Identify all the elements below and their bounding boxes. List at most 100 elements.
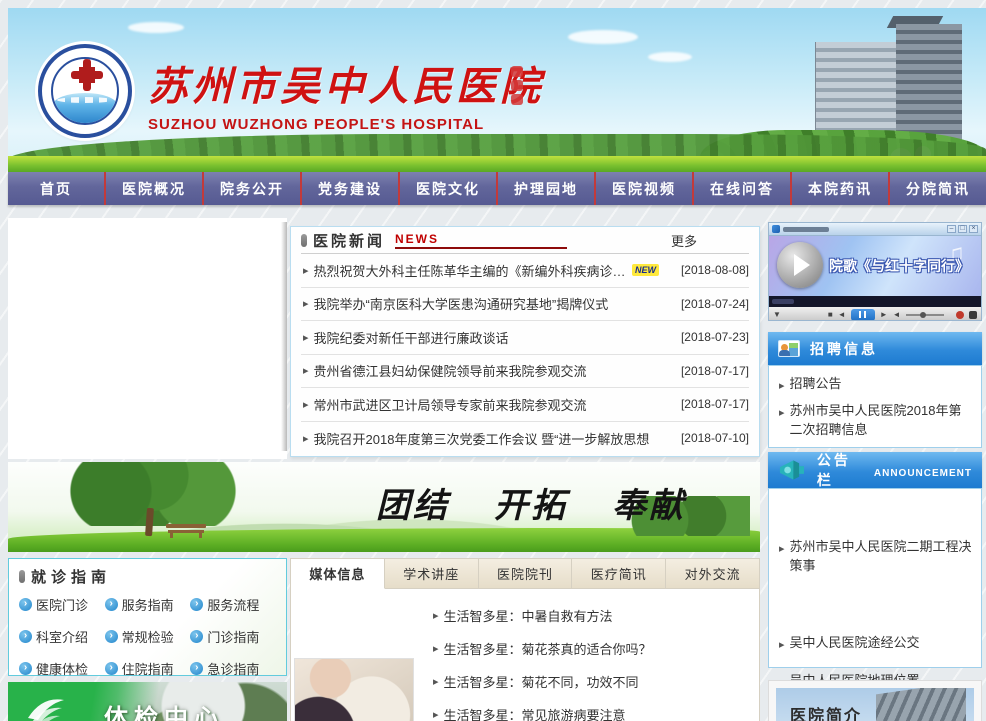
hospital-logo <box>38 44 132 138</box>
site-title-block: 苏州市吴中人民医院 SUZHOU WUZHONG PEOPLE'S HOSPIT… <box>148 54 544 133</box>
announcement-link[interactable]: 吴中人民医院途经公交 <box>790 633 920 655</box>
media-link[interactable]: 生活智多星：中暑自救有方法 <box>444 606 613 625</box>
pause-button[interactable] <box>851 309 875 321</box>
announcement-item: ▸ 吴中人民医院途经公交 <box>777 633 973 655</box>
tab-hospital-journal[interactable]: 医院院刊 <box>479 559 573 589</box>
hospital-homepage: 苏州市吴中人民医院 SUZHOU WUZHONG PEOPLE'S HOSPIT… <box>0 0 986 721</box>
media-link[interactable]: 生活智多星：常见旅游病要注意 <box>444 705 626 721</box>
calligraphy-seal <box>511 66 525 106</box>
exam-center-banner[interactable]: 体检中心 <box>8 682 287 721</box>
announcement-item: ▸ 苏州市吴中人民医院二期工程决策事 <box>777 537 973 575</box>
nav-item-online-qa[interactable]: 在线问答 <box>692 172 790 205</box>
arrow-icon: ▸ <box>303 432 309 445</box>
previous-icon[interactable]: ◄ <box>838 310 846 319</box>
slogan-word: 开拓 <box>494 478 568 527</box>
record-icon[interactable] <box>956 311 964 319</box>
news-date: [2018-07-17] <box>665 364 749 378</box>
nav-item-branch-news[interactable]: 分院简讯 <box>888 172 986 205</box>
nav-item-videos[interactable]: 医院视频 <box>594 172 692 205</box>
announcement-box: ▸ 苏州市吴中人民医院二期工程决策事 ▸ 吴中人民医院途经公交 ▸ 吴中人民医院… <box>768 488 982 668</box>
tab-row: 媒体信息 学术讲座 医院院刊 医疗简讯 对外交流 <box>291 559 759 589</box>
nav-item-nursing[interactable]: 护理园地 <box>496 172 594 205</box>
hospital-name-en: SUZHOU WUZHONG PEOPLE'S HOSPITAL <box>148 116 544 133</box>
news-link[interactable]: 常州市武进区卫计局领导专家前来我院参观交流 <box>314 395 665 414</box>
circle-arrow-icon: › <box>190 630 203 643</box>
guide-item-service-flow[interactable]: ›服务流程 <box>190 595 276 614</box>
intro-title: 医院简介 <box>790 702 862 721</box>
volume-icon[interactable]: ◄ <box>893 310 901 319</box>
nav-item-overview[interactable]: 医院概况 <box>104 172 202 205</box>
announcement-link[interactable]: 苏州市吴中人民医院二期工程决策事 <box>790 537 973 575</box>
guide-item-health-exam[interactable]: ›健康体检 <box>19 659 105 678</box>
news-link[interactable]: 我院召开2018年度第三次党委工作会议 暨“进一步解放思想 <box>314 429 665 448</box>
guide-item-outpatient-guide[interactable]: ›门诊指南 <box>190 627 276 646</box>
player-controls: ▼ ■ ◄ ► ◄ <box>769 307 981 321</box>
volume-slider[interactable] <box>906 314 944 316</box>
recruitment-link[interactable]: 招聘公告 <box>790 374 842 396</box>
tab-medical-briefs[interactable]: 医疗简讯 <box>572 559 666 589</box>
recruitment-link[interactable]: 苏州市吴中人民医院2018年第二次招聘信息 <box>790 401 973 439</box>
playlist-dropdown-icon[interactable]: ▼ <box>773 310 781 319</box>
recruitment-item: ▸ 招聘公告 <box>777 374 973 396</box>
circle-arrow-icon: › <box>105 598 118 611</box>
minimize-icon[interactable]: – <box>947 225 956 233</box>
tab-external-exchange[interactable]: 对外交流 <box>666 559 759 589</box>
bench-decoration <box>166 524 206 538</box>
cloud-decoration <box>648 52 692 62</box>
player-title-text <box>783 227 829 232</box>
tab-media-info[interactable]: 媒体信息 <box>291 559 385 589</box>
news-link[interactable]: 我院纪委对新任干部进行廉政谈话 <box>314 328 665 347</box>
tab-academic-lectures[interactable]: 学术讲座 <box>385 559 479 589</box>
nav-item-party-building[interactable]: 党务建设 <box>300 172 398 205</box>
media-article-photo <box>294 658 414 721</box>
nav-item-public-affairs[interactable]: 院务公开 <box>202 172 300 205</box>
stop-icon[interactable]: ■ <box>828 310 833 319</box>
recruitment-header: 招聘信息 <box>768 332 982 365</box>
media-item: ▸ 生活智多星：菊花不同，功效不同 <box>431 665 749 698</box>
close-icon[interactable]: × <box>969 225 978 233</box>
guide-item-outpatient[interactable]: ›医院门诊 <box>19 595 105 614</box>
arrow-icon: ▸ <box>433 609 439 622</box>
nav-item-pharmacy-news[interactable]: 本院药讯 <box>790 172 888 205</box>
announcement-header: 公告栏 ANNOUNCEMENT <box>768 452 982 488</box>
circle-arrow-icon: › <box>105 630 118 643</box>
guide-item-inpatient-guide[interactable]: ›住院指南 <box>105 659 191 678</box>
nav-item-culture[interactable]: 医院文化 <box>398 172 496 205</box>
guide-item-emergency-guide[interactable]: ›急诊指南 <box>190 659 276 678</box>
hospital-slogan: 团结 开拓 奉献 <box>376 478 686 527</box>
news-date: [2018-07-24] <box>665 297 749 311</box>
site-header: 苏州市吴中人民医院 SUZHOU WUZHONG PEOPLE'S HOSPIT… <box>8 8 986 172</box>
guide-title: 就诊指南 <box>31 566 111 587</box>
next-icon[interactable]: ► <box>880 310 888 319</box>
news-row: ▸ 常州市武进区卫计局领导专家前来我院参观交流 [2018-07-17] <box>301 388 749 422</box>
maximize-icon[interactable]: □ <box>958 225 967 233</box>
news-row: ▸ 热烈祝贺大外科主任陈革华主编的《新编外科疾病诊断与治 NEW [2018-0… <box>301 254 749 288</box>
guide-item-service-guide[interactable]: ›服务指南 <box>105 595 191 614</box>
bullet-capsule-icon <box>19 570 25 583</box>
guide-item-routine-tests[interactable]: ›常规检验 <box>105 627 191 646</box>
arrow-icon: ▸ <box>433 675 439 688</box>
arrow-icon: ▸ <box>303 264 309 277</box>
media-link[interactable]: 生活智多星：菊花茶真的适合你吗？ <box>444 639 652 658</box>
circle-arrow-icon: › <box>19 662 32 675</box>
circle-arrow-icon: › <box>19 598 32 611</box>
hospital-name-cn: 苏州市吴中人民医院 <box>148 54 544 112</box>
news-link[interactable]: 热烈祝贺大外科主任陈革华主编的《新编外科疾病诊断与治 <box>314 261 626 280</box>
news-title: 医院新闻 <box>313 230 385 251</box>
player-app-icon <box>772 225 780 233</box>
news-link[interactable]: 我院举办“南京医科大学医患沟通研究基地”揭牌仪式 <box>314 294 665 313</box>
guide-item-departments[interactable]: ›科室介绍 <box>19 627 105 646</box>
arrow-icon: ▸ <box>433 642 439 655</box>
media-link[interactable]: 生活智多星：菊花不同，功效不同 <box>444 672 639 691</box>
seek-bar[interactable] <box>769 296 981 307</box>
play-button[interactable] <box>777 242 823 288</box>
arrow-icon: ▸ <box>303 398 309 411</box>
news-more-link[interactable]: 更多 <box>671 231 697 250</box>
slogan-banner: 团结 开拓 奉献 <box>8 462 760 552</box>
settings-icon[interactable] <box>969 311 977 319</box>
hospital-intro-panel[interactable]: 医院简介 <box>768 680 982 721</box>
news-link[interactable]: 贵州省德江县妇幼保健院领导前来我院参观交流 <box>314 361 665 380</box>
nav-item-home[interactable]: 首页 <box>8 172 104 205</box>
recruitment-box: ▸ 招聘公告 ▸ 苏州市吴中人民医院2018年第二次招聘信息 <box>768 365 982 448</box>
slideshow-panel[interactable] <box>8 218 287 459</box>
